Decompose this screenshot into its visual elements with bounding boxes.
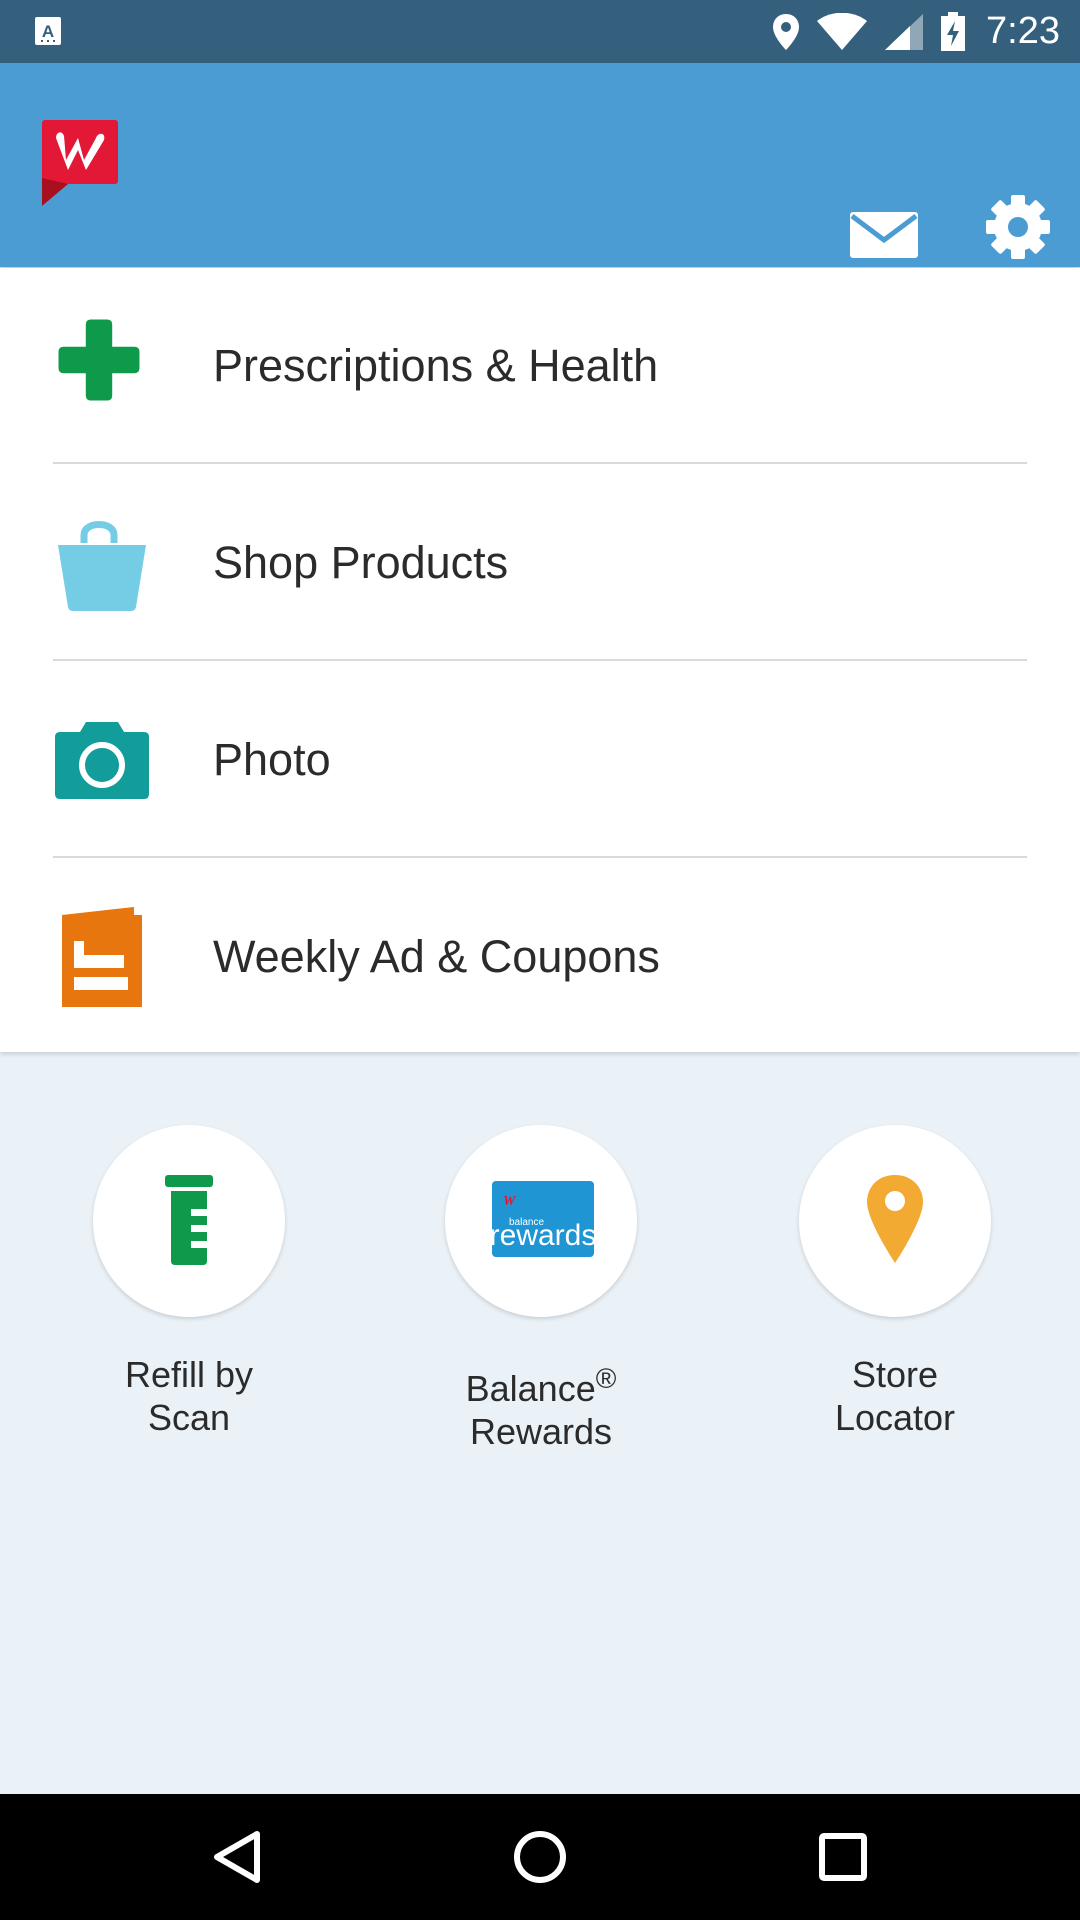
- menu-item-shop-products[interactable]: Shop Products: [0, 465, 1080, 661]
- menu-item-label: Weekly Ad & Coupons: [213, 931, 660, 982]
- menu-item-weekly-ad[interactable]: Weekly Ad & Coupons: [0, 859, 1080, 1055]
- mail-icon[interactable]: [848, 206, 920, 262]
- shortcut-caption: Refill by Scan: [59, 1353, 319, 1439]
- shortcut-caption: Balance® Rewards: [411, 1357, 671, 1453]
- menu-item-prescriptions[interactable]: Prescriptions & Health: [0, 268, 1080, 464]
- location-icon: [773, 13, 800, 50]
- caption-line: Store: [851, 1354, 939, 1395]
- medical-cross-icon: [58, 319, 140, 401]
- app-bar: [0, 63, 1080, 267]
- system-nav-bar: [0, 1794, 1080, 1920]
- caption-text: Balance: [465, 1368, 596, 1409]
- walgreens-logo[interactable]: [40, 118, 120, 216]
- caption-line: Rewards: [469, 1411, 613, 1452]
- camera-icon: [55, 722, 149, 799]
- balance-rewards-icon: W balance rewards: [490, 1181, 597, 1257]
- registered-mark: ®: [595, 1363, 617, 1394]
- shortcut-store-locator[interactable]: Store Locator: [765, 1125, 1025, 1439]
- battery-charging-icon: [941, 11, 966, 51]
- clock: 7:23: [986, 10, 1060, 52]
- shortcut-circle[interactable]: W balance rewards: [445, 1125, 637, 1317]
- weekly-ad-icon: [62, 907, 142, 1007]
- svg-text:W: W: [503, 1194, 517, 1209]
- keyboard-a-icon: A: [35, 17, 61, 45]
- home-icon[interactable]: [505, 1822, 575, 1892]
- menu-item-label: Photo: [213, 734, 331, 785]
- map-pin-icon: [867, 1175, 923, 1263]
- shortcut-refill-by-scan[interactable]: Refill by Scan: [59, 1125, 319, 1439]
- svg-text:A: A: [42, 22, 54, 41]
- shortcut-circle[interactable]: [799, 1125, 991, 1317]
- status-bar: A 7:23: [0, 0, 1080, 63]
- divider: [53, 856, 1027, 858]
- menu-item-photo[interactable]: Photo: [0, 662, 1080, 858]
- menu-item-label: Prescriptions & Health: [213, 340, 659, 391]
- menu-item-label: Shop Products: [213, 537, 509, 588]
- caption-line: Refill by: [124, 1354, 254, 1395]
- wifi-icon: [817, 12, 868, 50]
- back-icon[interactable]: [203, 1822, 273, 1892]
- recents-icon[interactable]: [808, 1822, 878, 1892]
- caption-line: Scan: [147, 1397, 231, 1438]
- divider: [53, 462, 1027, 464]
- shortcut-balance-rewards[interactable]: W balance rewards Balance® Rewards: [411, 1125, 671, 1453]
- gear-icon[interactable]: [984, 193, 1052, 261]
- badge-big-text: rewards: [490, 1219, 597, 1252]
- divider: [53, 659, 1027, 661]
- shortcut-caption: Store Locator: [765, 1353, 1025, 1439]
- caption-line: Balance®: [411, 1357, 671, 1410]
- shortcut-circle[interactable]: [93, 1125, 285, 1317]
- shopping-bag-icon: [58, 521, 146, 611]
- pill-bottle-icon: [165, 1175, 213, 1265]
- caption-line: Locator: [834, 1397, 956, 1438]
- main-menu: Prescriptions & Health Shop Products Pho…: [0, 268, 1080, 1052]
- signal-icon: [885, 13, 924, 50]
